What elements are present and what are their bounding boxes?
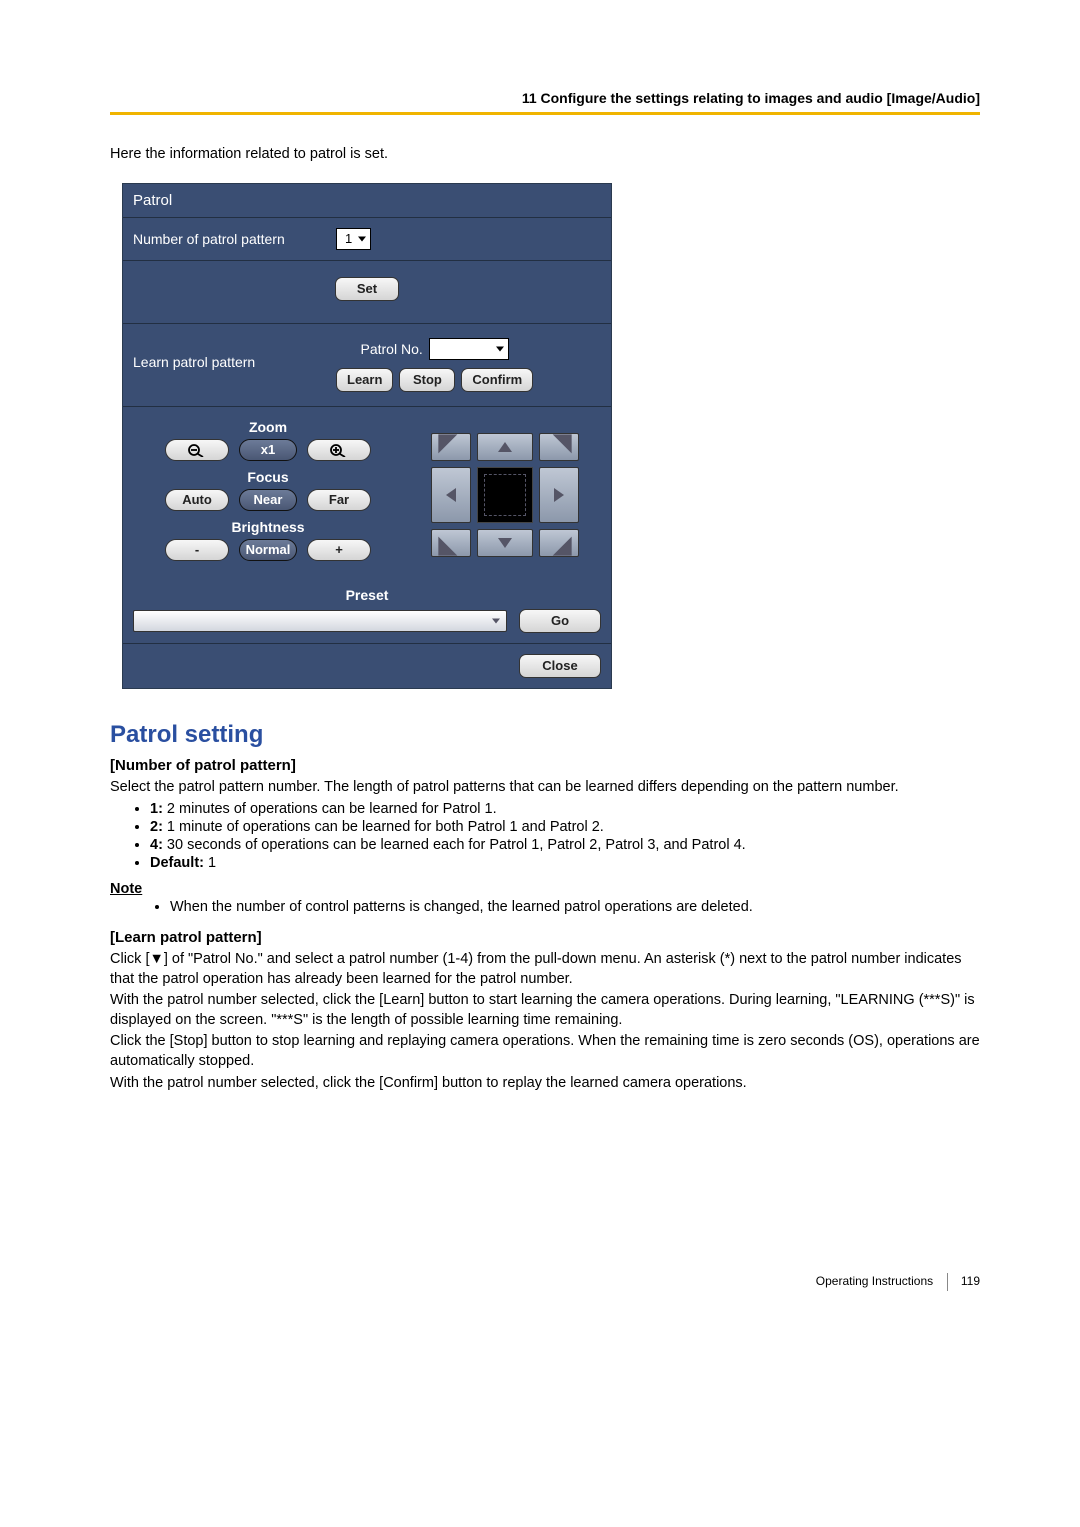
zoom-title: Zoom xyxy=(133,419,403,435)
list-item: 1: 2 minutes of operations can be learne… xyxy=(150,801,980,817)
footer-label: Operating Instructions xyxy=(816,1274,933,1288)
pad-left-button[interactable] xyxy=(431,467,471,523)
paragraph: With the patrol number selected, click t… xyxy=(110,1074,980,1094)
preset-title: Preset xyxy=(133,587,601,603)
panel-title: Patrol xyxy=(123,184,611,218)
pad-nw-button[interactable] xyxy=(431,433,471,461)
pad-center[interactable] xyxy=(477,467,533,523)
learn-paragraphs: Click [▼] of "Patrol No." and select a p… xyxy=(110,950,980,1093)
num-pattern-value: 1 xyxy=(345,231,352,246)
paragraph: Click the [Stop] button to stop learning… xyxy=(110,1032,980,1071)
footer-separator xyxy=(947,1273,948,1291)
num-bullets: 1: 2 minutes of operations can be learne… xyxy=(110,801,980,871)
num-pattern-select[interactable]: 1 xyxy=(336,228,371,250)
arrow-up-icon xyxy=(498,442,512,452)
zoom-in-button[interactable] xyxy=(307,439,371,461)
learn-heading: [Learn patrol pattern] xyxy=(110,929,980,946)
zoom-out-icon xyxy=(187,443,207,457)
close-button[interactable]: Close xyxy=(519,654,601,678)
learn-button[interactable]: Learn xyxy=(336,368,393,392)
list-item: Default: 1 xyxy=(150,855,980,871)
confirm-button[interactable]: Confirm xyxy=(461,368,533,392)
num-heading: [Number of patrol pattern] xyxy=(110,757,980,774)
chevron-down-icon xyxy=(496,346,504,351)
focus-near-button[interactable]: Near xyxy=(239,489,297,511)
preset-go-button[interactable]: Go xyxy=(519,609,601,633)
intro-text: Here the information related to patrol i… xyxy=(110,145,980,165)
pad-up-button[interactable] xyxy=(477,433,533,461)
page-footer: Operating Instructions 119 xyxy=(110,1273,980,1291)
note-list: When the number of control patterns is c… xyxy=(110,899,980,915)
page-header: 11 Configure the settings relating to im… xyxy=(110,90,980,106)
focus-title: Focus xyxy=(133,469,403,485)
set-button[interactable]: Set xyxy=(335,277,399,301)
brightness-title: Brightness xyxy=(133,519,403,535)
patrol-no-label: Patrol No. xyxy=(361,341,423,357)
page-number: 119 xyxy=(961,1274,980,1288)
section-heading: Patrol setting xyxy=(110,721,980,749)
focus-auto-button[interactable]: Auto xyxy=(165,489,229,511)
zoom-out-button[interactable] xyxy=(165,439,229,461)
brightness-normal-button[interactable]: Normal xyxy=(239,539,297,561)
pad-se-button[interactable] xyxy=(539,529,579,557)
arrow-right-icon xyxy=(554,488,564,502)
brightness-plus-button[interactable]: + xyxy=(307,539,371,561)
list-item: When the number of control patterns is c… xyxy=(170,899,980,915)
preset-select[interactable] xyxy=(133,610,507,632)
list-item: 2: 1 minute of operations can be learned… xyxy=(150,819,980,835)
pad-right-button[interactable] xyxy=(539,467,579,523)
learn-pattern-label: Learn patrol pattern xyxy=(133,338,328,370)
zoom-reset-button[interactable]: x1 xyxy=(239,439,297,461)
arrow-left-icon xyxy=(446,488,456,502)
header-rule xyxy=(110,112,980,115)
pad-sw-button[interactable] xyxy=(431,529,471,557)
paragraph: Click [▼] of "Patrol No." and select a p… xyxy=(110,950,980,989)
chevron-down-icon xyxy=(492,618,500,623)
chevron-down-icon xyxy=(358,236,366,241)
list-item: 4: 30 seconds of operations can be learn… xyxy=(150,837,980,853)
pad-ne-button[interactable] xyxy=(539,433,579,461)
brightness-minus-button[interactable]: - xyxy=(165,539,229,561)
arrow-down-icon xyxy=(498,538,512,548)
zoom-in-icon xyxy=(329,443,349,457)
paragraph: With the patrol number selected, click t… xyxy=(110,991,980,1030)
focus-far-button[interactable]: Far xyxy=(307,489,371,511)
num-pattern-label: Number of patrol pattern xyxy=(133,231,328,247)
note-heading: Note xyxy=(110,881,980,897)
num-desc: Select the patrol pattern number. The le… xyxy=(110,778,980,798)
patrol-panel: Patrol Number of patrol pattern 1 Set Le… xyxy=(122,183,612,689)
stop-button[interactable]: Stop xyxy=(399,368,455,392)
ptz-pad xyxy=(431,433,581,569)
pad-down-button[interactable] xyxy=(477,529,533,557)
patrol-no-select[interactable] xyxy=(429,338,509,360)
